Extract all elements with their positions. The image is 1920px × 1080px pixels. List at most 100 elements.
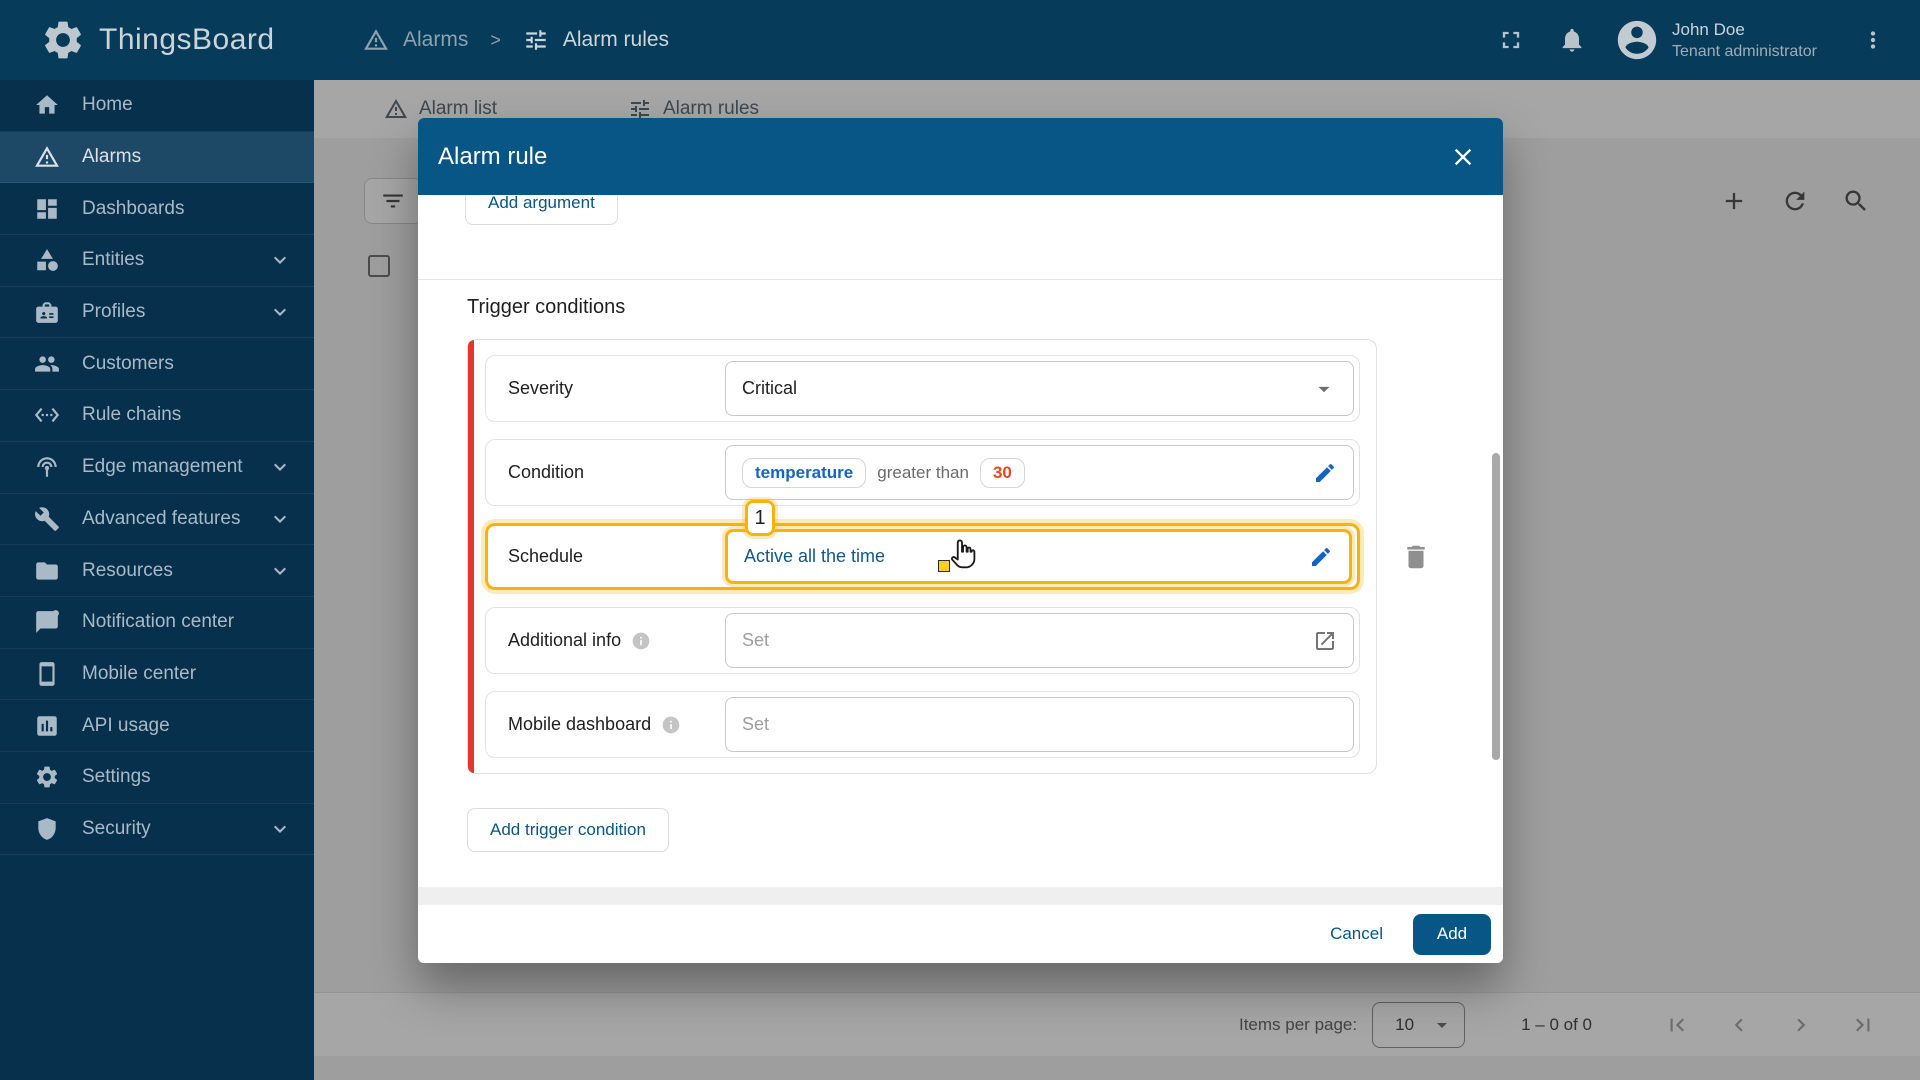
more-menu-icon[interactable] bbox=[1860, 27, 1886, 53]
sidebar-item-label: Advanced features bbox=[82, 507, 241, 529]
sidebar-item-label: Mobile center bbox=[82, 662, 197, 684]
dashboards-icon bbox=[34, 196, 60, 222]
add-argument-button[interactable]: Add argument bbox=[465, 195, 618, 225]
mobile-dashboard-field[interactable]: Set bbox=[725, 697, 1354, 752]
topbar-actions: John Doe Tenant administrator bbox=[1497, 0, 1886, 80]
additional-info-placeholder: Set bbox=[742, 630, 770, 650]
chevron-down-icon bbox=[268, 248, 292, 272]
sidebar-item-label: Home bbox=[82, 94, 133, 116]
breadcrumb-section[interactable]: Alarms bbox=[403, 28, 468, 52]
alarm-rule-dialog: Alarm rule Add argument Trigger conditio… bbox=[418, 118, 1503, 963]
warning-icon bbox=[363, 27, 389, 53]
edit-pencil-icon[interactable] bbox=[1313, 461, 1337, 485]
customers-icon bbox=[34, 351, 60, 377]
sidebar: Home Alarms Dashboards Entities Profiles… bbox=[0, 80, 314, 1080]
condition-argument-chip: temperature bbox=[742, 457, 867, 488]
sidebar-item-dashboards[interactable]: Dashboards bbox=[0, 183, 314, 236]
close-icon[interactable] bbox=[1449, 143, 1477, 171]
schedule-row: Schedule Active all the time bbox=[485, 523, 1360, 590]
info-icon bbox=[631, 631, 651, 651]
sidebar-item-settings[interactable]: Settings bbox=[0, 752, 314, 804]
condition-value-chip: 30 bbox=[979, 457, 1025, 488]
sidebar-item-edge-management[interactable]: Edge management bbox=[0, 442, 314, 494]
section-divider bbox=[418, 279, 1503, 280]
profiles-icon bbox=[34, 299, 60, 325]
additional-info-label-text: Additional info bbox=[508, 630, 622, 650]
trigger-conditions-title: Trigger conditions bbox=[467, 296, 626, 318]
additional-info-label: Additional info bbox=[508, 630, 725, 651]
dialog-scrollbar[interactable] bbox=[1492, 453, 1500, 760]
breadcrumb: Alarms > Alarm rules bbox=[363, 0, 669, 80]
thingsboard-app: ThingsBoard Alarms > Alarm rules John Do… bbox=[0, 0, 1920, 1080]
dialog-title: Alarm rule bbox=[438, 142, 548, 170]
chevron-down-icon bbox=[268, 507, 292, 531]
avatar[interactable] bbox=[1614, 17, 1660, 63]
sidebar-item-security[interactable]: Security bbox=[0, 804, 314, 856]
sidebar-item-label: Resources bbox=[82, 559, 173, 581]
severity-select[interactable]: Critical bbox=[725, 361, 1354, 416]
sidebar-item-label: Settings bbox=[82, 766, 151, 788]
mobile-dashboard-placeholder: Set bbox=[742, 714, 770, 734]
dropdown-arrow-icon bbox=[1311, 376, 1337, 402]
user-name: John Doe bbox=[1672, 20, 1745, 39]
sidebar-item-mobile-center[interactable]: Mobile center bbox=[0, 649, 314, 701]
sidebar-item-profiles[interactable]: Profiles bbox=[0, 287, 314, 339]
cursor-pointer-icon bbox=[951, 539, 976, 569]
sidebar-item-rule-chains[interactable]: Rule chains bbox=[0, 390, 314, 442]
sidebar-item-label: Security bbox=[82, 817, 151, 839]
edge-antenna-icon bbox=[34, 454, 60, 480]
sidebar-item-entities[interactable]: Entities bbox=[0, 235, 314, 287]
sidebar-item-label: Dashboards bbox=[82, 197, 185, 219]
additional-info-row: Additional info Set bbox=[485, 607, 1360, 674]
condition-label: Condition bbox=[508, 462, 585, 482]
sidebar-item-advanced-features[interactable]: Advanced features bbox=[0, 494, 314, 546]
gear-icon bbox=[34, 764, 60, 790]
entities-icon bbox=[34, 247, 60, 273]
fullscreen-icon[interactable] bbox=[1497, 26, 1525, 54]
tools-icon bbox=[34, 506, 60, 532]
user-info[interactable]: John Doe Tenant administrator bbox=[1672, 18, 1844, 62]
delete-trigger-trash-icon[interactable] bbox=[1401, 542, 1431, 572]
dialog-footer: Cancel Add bbox=[418, 905, 1503, 963]
sidebar-item-alarms[interactable]: Alarms bbox=[0, 131, 314, 184]
sidebar-item-label: Customers bbox=[82, 352, 174, 374]
mobile-dashboard-row: Mobile dashboard Set bbox=[485, 691, 1360, 758]
sidebar-item-label: Edge management bbox=[82, 456, 243, 478]
notification-icon bbox=[34, 609, 60, 635]
schedule-field[interactable]: Active all the time bbox=[725, 529, 1352, 584]
sidebar-item-label: Rule chains bbox=[82, 404, 182, 426]
mobile-dashboard-label-text: Mobile dashboard bbox=[508, 714, 652, 734]
info-icon bbox=[661, 715, 681, 735]
additional-info-field[interactable]: Set bbox=[725, 613, 1354, 668]
app-title: ThingsBoard bbox=[99, 23, 275, 56]
severity-label: Severity bbox=[508, 378, 574, 398]
sidebar-item-customers[interactable]: Customers bbox=[0, 338, 314, 391]
dialog-footer-gap bbox=[418, 887, 1503, 905]
open-in-new-icon[interactable] bbox=[1313, 629, 1337, 653]
sidebar-item-label: API usage bbox=[82, 714, 170, 736]
sidebar-item-label: Alarms bbox=[82, 146, 142, 168]
add-trigger-condition-button[interactable]: Add trigger condition bbox=[467, 808, 669, 852]
sidebar-item-resources[interactable]: Resources bbox=[0, 545, 314, 597]
schedule-value: Active all the time bbox=[744, 546, 886, 566]
edit-pencil-icon[interactable] bbox=[1309, 545, 1333, 569]
sidebar-item-notification-center[interactable]: Notification center bbox=[0, 597, 314, 649]
rule-chains-icon bbox=[34, 402, 60, 428]
cancel-button[interactable]: Cancel bbox=[1310, 914, 1403, 954]
severity-row: Severity Critical bbox=[485, 355, 1360, 422]
schedule-label: Schedule bbox=[508, 546, 584, 566]
sidebar-item-label: Notification center bbox=[82, 611, 235, 633]
sidebar-item-home[interactable]: Home bbox=[0, 80, 314, 132]
warning-icon bbox=[34, 144, 60, 170]
chevron-down-icon bbox=[268, 817, 292, 841]
severity-value: Critical bbox=[742, 378, 798, 398]
dialog-header: Alarm rule bbox=[418, 118, 1503, 195]
app-logo[interactable]: ThingsBoard bbox=[40, 0, 275, 80]
sidebar-item-api-usage[interactable]: API usage bbox=[0, 700, 314, 752]
add-button[interactable]: Add bbox=[1413, 913, 1491, 955]
notifications-bell-icon[interactable] bbox=[1558, 26, 1586, 54]
tune-icon bbox=[523, 27, 549, 53]
logo-gear-icon bbox=[40, 17, 86, 63]
home-icon bbox=[34, 92, 60, 118]
condition-field[interactable]: temperature greater than 30 bbox=[725, 445, 1354, 500]
